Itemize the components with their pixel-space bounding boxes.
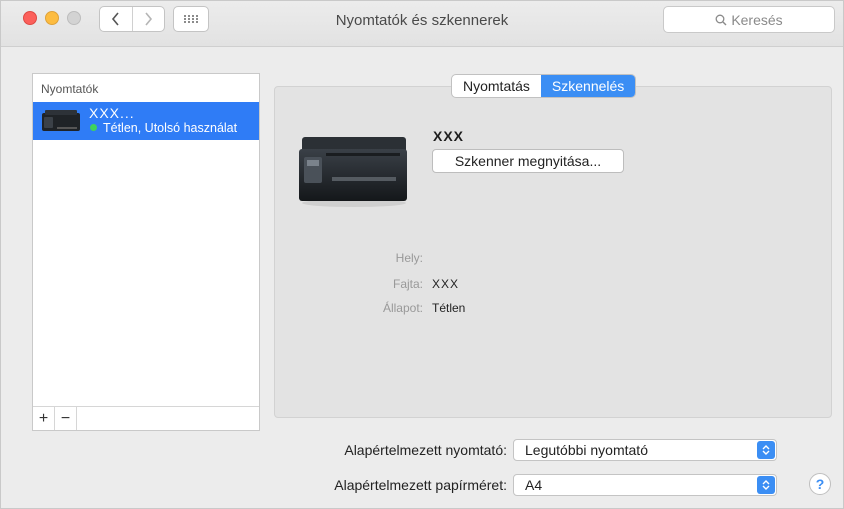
location-label: Hely: xyxy=(395,251,423,265)
default-paper-value: A4 xyxy=(525,477,543,493)
help-button[interactable]: ? xyxy=(809,473,831,495)
status-value: Tétlen xyxy=(432,301,466,315)
add-printer-button[interactable]: + xyxy=(33,407,55,430)
tab-control: Nyomtatás Szkennelés xyxy=(451,74,637,98)
device-name: XXX xyxy=(433,128,465,144)
printer-list-item[interactable]: XXX... Tétlen, Utolsó használat xyxy=(33,102,259,140)
default-printer-value: Legutóbbi nyomtató xyxy=(525,442,648,458)
printer-icon xyxy=(42,110,80,131)
printer-list-toolbar: + − xyxy=(33,406,259,430)
updown-arrows-icon xyxy=(757,441,775,459)
status-label: Állapot: xyxy=(382,301,423,315)
tab-print[interactable]: Nyomtatás xyxy=(452,75,541,97)
kind-label: Fajta: xyxy=(392,277,423,291)
kind-value: XXX xyxy=(432,277,460,291)
printer-status: Tétlen, Utolsó használat xyxy=(90,121,237,135)
search-icon xyxy=(715,14,727,25)
printer-list: Nyomtatók XXX... Tétlen, Utolsó használa… xyxy=(32,73,260,431)
remove-printer-button[interactable]: − xyxy=(55,407,77,430)
status-dot-icon xyxy=(90,124,97,131)
search-placeholder: Keresés xyxy=(731,11,783,28)
scanner-image xyxy=(299,137,407,207)
default-paper-select[interactable]: A4 xyxy=(513,474,777,496)
default-paper-label: Alapértelmezett papírméret: xyxy=(334,477,507,493)
title-bar: Nyomtatók és szkennerek Keresés xyxy=(1,1,843,47)
preferences-window: Nyomtatók és szkennerek Keresés Nyomtató… xyxy=(0,0,844,509)
printer-name: XXX... xyxy=(89,105,135,121)
default-printer-select[interactable]: Legutóbbi nyomtató xyxy=(513,439,777,461)
tab-scan[interactable]: Szkennelés xyxy=(540,75,636,97)
open-scanner-button[interactable]: Szkenner megnyitása... xyxy=(432,149,624,173)
printer-list-header: Nyomtatók xyxy=(41,82,99,96)
default-printer-label: Alapértelmezett nyomtató: xyxy=(344,442,507,458)
search-field[interactable]: Keresés xyxy=(663,6,835,33)
updown-arrows-icon xyxy=(757,476,775,494)
printer-status-text: Tétlen, Utolsó használat xyxy=(103,121,238,135)
